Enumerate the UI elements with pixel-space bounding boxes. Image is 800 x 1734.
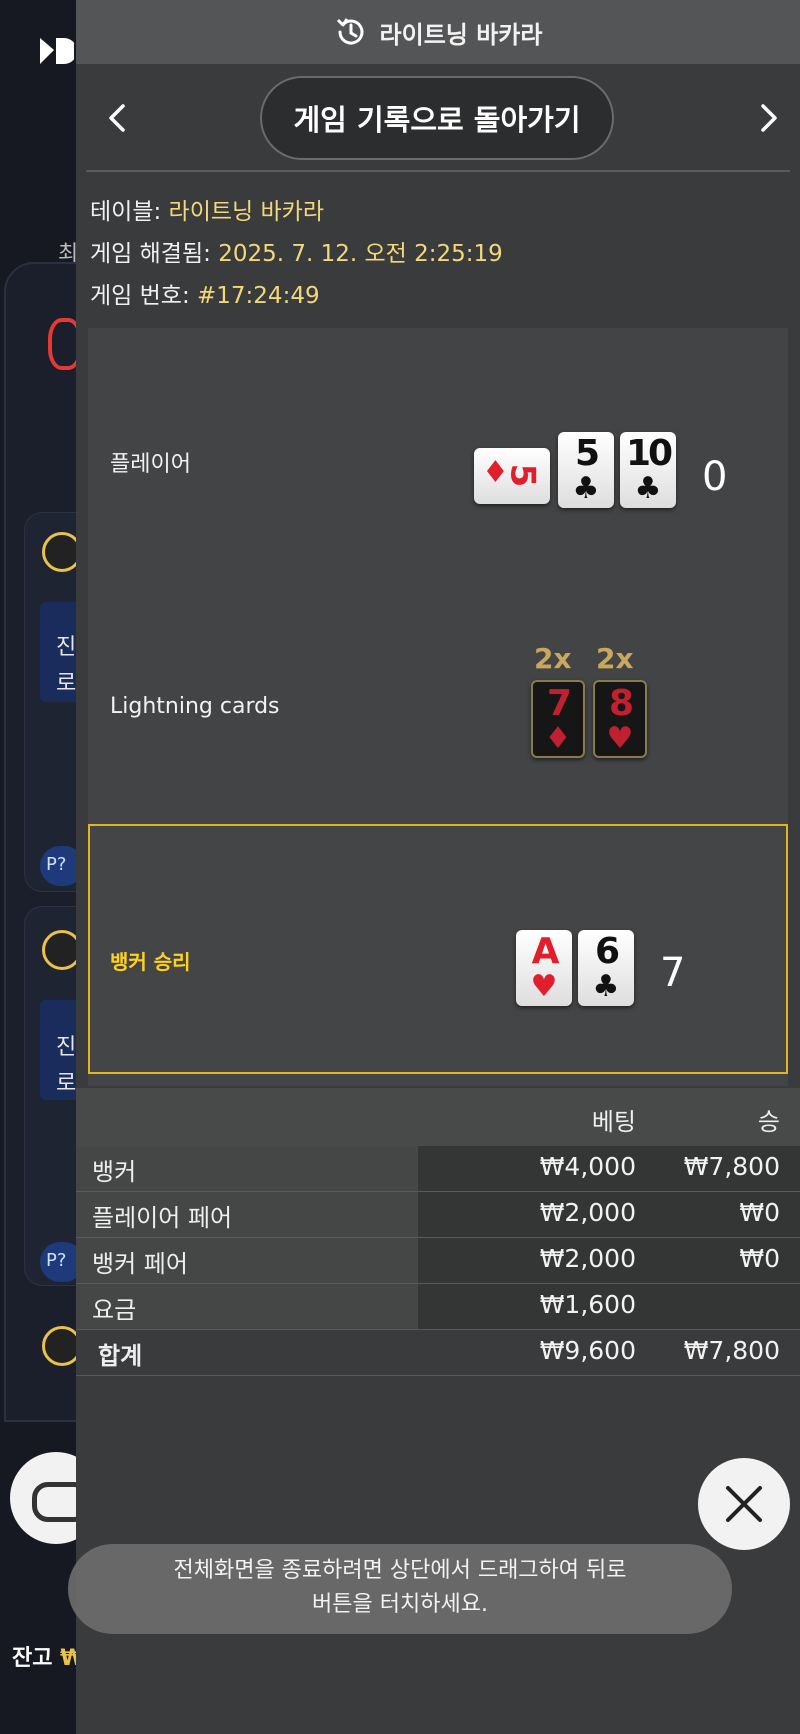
banker-winner-box: 뱅커 승리 A ♥ 6 ♣ 7 bbox=[88, 824, 788, 1074]
bet-name: 뱅커 페어 bbox=[76, 1238, 418, 1283]
bet-name: 뱅커 bbox=[76, 1146, 418, 1191]
game-number-value: #17:24:49 bbox=[197, 283, 320, 309]
lightning-multiplier: 2x bbox=[596, 642, 634, 675]
result-board: 플레이어 ♦ 5 5 ♣ 10 ♣ 0 Lightning cards 2x 2… bbox=[88, 328, 788, 1086]
card-rank: 5 bbox=[574, 433, 600, 474]
banker-score: 7 bbox=[660, 950, 686, 996]
game-number-info: 게임 번호: #17:24:49 bbox=[90, 276, 320, 310]
player-card-1: ♦ 5 bbox=[474, 448, 550, 504]
table-row: 요금 ₩1,600 bbox=[76, 1284, 800, 1330]
card-suit: ♣ bbox=[572, 471, 600, 506]
fullscreen-toast: 전체화면을 종료하려면 상단에서 드래그하여 뒤로 버튼을 터치하세요. bbox=[68, 1544, 732, 1634]
toast-line: 버튼을 터치하세요. bbox=[312, 1592, 488, 1617]
lobby-card-text: 진 bbox=[56, 635, 77, 660]
lightning-cards-label: Lightning cards bbox=[110, 694, 280, 719]
resolved-label: 게임 해결됨: bbox=[90, 241, 211, 267]
bet-table: 베팅 승 뱅커 ₩4,000 ₩7,800 플레이어 페어 ₩2,000 ₩0 … bbox=[76, 1088, 800, 1376]
close-button[interactable] bbox=[698, 1458, 790, 1550]
total-bet: ₩9,600 bbox=[539, 1336, 636, 1365]
card-rank: 8 bbox=[608, 683, 634, 724]
total-row: 합계 ₩9,600 ₩7,800 bbox=[76, 1330, 800, 1376]
table-row: 플레이어 페어 ₩2,000 ₩0 bbox=[76, 1192, 800, 1238]
win-amount: ₩0 bbox=[739, 1244, 780, 1273]
total-win: ₩7,800 bbox=[683, 1336, 780, 1365]
table-value: 라이트닝 바카라 bbox=[168, 199, 324, 225]
bet-amount: ₩1,600 bbox=[539, 1290, 636, 1319]
card-suit: ♥ bbox=[606, 721, 634, 756]
lobby-card-text: 진 bbox=[56, 1035, 77, 1060]
total-label: 합계 bbox=[98, 1342, 143, 1370]
table-row: 뱅커 페어 ₩2,000 ₩0 bbox=[76, 1238, 800, 1284]
history-icon bbox=[336, 18, 363, 45]
game-number-label: 게임 번호: bbox=[90, 283, 190, 309]
resolved-info: 게임 해결됨: 2025. 7. 12. 오전 2:25:19 bbox=[90, 234, 503, 268]
previous-game-chevron-icon[interactable] bbox=[98, 98, 138, 138]
card-rank: A bbox=[531, 931, 560, 972]
player-card-2: 5 ♣ bbox=[558, 432, 614, 508]
card-suit: ♣ bbox=[634, 471, 662, 506]
player-card-3: 10 ♣ bbox=[620, 432, 676, 508]
table-info: 테이블: 라이트닝 바카라 bbox=[90, 192, 324, 226]
table-row: 뱅커 ₩4,000 ₩7,800 bbox=[76, 1146, 800, 1192]
divider bbox=[86, 170, 790, 172]
bet-table-header: 베팅 승 bbox=[76, 1088, 800, 1146]
brand-logo-icon bbox=[40, 38, 74, 64]
column-bet: 베팅 bbox=[591, 1108, 636, 1136]
win-amount: ₩0 bbox=[739, 1198, 780, 1227]
lobby-card-text: 로 bbox=[56, 1071, 77, 1096]
card-rank: 7 bbox=[546, 683, 572, 724]
card-suit: ♣ bbox=[592, 969, 620, 1004]
card-rank: 5 bbox=[502, 463, 543, 485]
panel-title: 라이트닝 바카라 bbox=[379, 20, 543, 49]
lightning-card-1: 7 ♦ bbox=[531, 680, 585, 758]
table-label: 테이블: bbox=[90, 199, 162, 225]
panel-header: 라이트닝 바카라 bbox=[76, 0, 800, 64]
lobby-card-text: 로 bbox=[56, 671, 77, 696]
column-win: 승 bbox=[757, 1108, 780, 1136]
lightning-card-2: 8 ♥ bbox=[593, 680, 647, 758]
card-suit: ♥ bbox=[530, 969, 558, 1004]
banker-win-label: 뱅커 승리 bbox=[110, 950, 191, 974]
resolved-value: 2025. 7. 12. 오전 2:25:19 bbox=[218, 241, 503, 267]
bet-name: 플레이어 페어 bbox=[76, 1192, 418, 1237]
win-amount: ₩7,800 bbox=[683, 1152, 780, 1181]
history-nav: 게임 기록으로 돌아가기 bbox=[76, 76, 800, 160]
card-rank: 6 bbox=[594, 931, 620, 972]
card-suit: ♦ bbox=[544, 721, 572, 756]
player-label: 플레이어 bbox=[110, 452, 191, 477]
game-history-panel: 라이트닝 바카라 게임 기록으로 돌아가기 테이블: 라이트닝 바카라 게임 해… bbox=[76, 0, 800, 1734]
player-score: 0 bbox=[702, 454, 728, 500]
bet-amount: ₩4,000 bbox=[539, 1152, 636, 1181]
banker-card-1: A ♥ bbox=[516, 930, 572, 1006]
close-icon bbox=[726, 1486, 762, 1522]
bet-amount: ₩2,000 bbox=[539, 1244, 636, 1273]
lightning-multiplier: 2x bbox=[534, 642, 572, 675]
toast-line: 전체화면을 종료하려면 상단에서 드래그하여 뒤로 bbox=[173, 1558, 627, 1583]
next-game-chevron-icon[interactable] bbox=[748, 98, 788, 138]
bet-name: 요금 bbox=[76, 1284, 418, 1329]
banker-card-2: 6 ♣ bbox=[578, 930, 634, 1006]
back-to-history-button[interactable]: 게임 기록으로 돌아가기 bbox=[260, 76, 614, 160]
balance-label: 잔고 bbox=[12, 1646, 53, 1671]
card-rank: 10 bbox=[625, 433, 673, 474]
bet-amount: ₩2,000 bbox=[539, 1198, 636, 1227]
